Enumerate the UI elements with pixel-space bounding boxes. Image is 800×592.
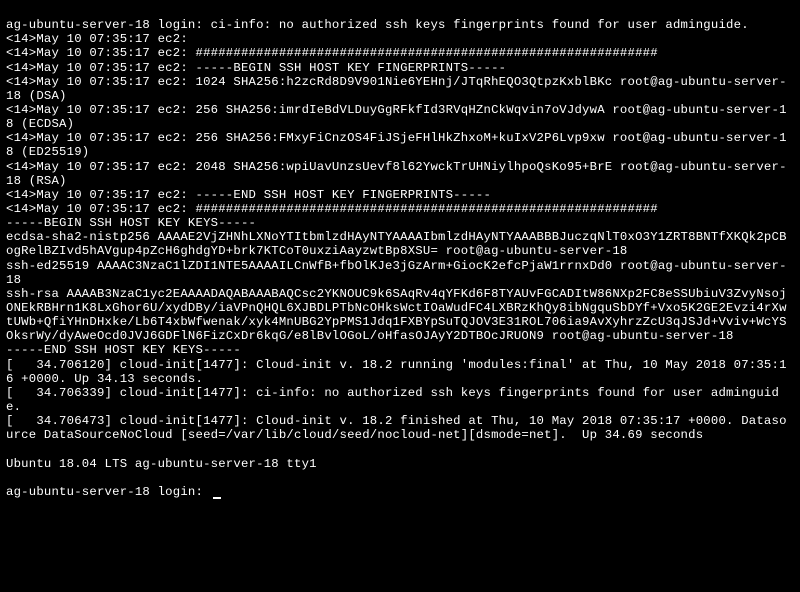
boot-line: <14>May 10 07:35:17 ec2: 1024 SHA256:h2z… [6, 75, 787, 103]
boot-line: [ 34.706120] cloud-init[1477]: Cloud-ini… [6, 358, 787, 386]
boot-line: ag-ubuntu-server-18 login: ci-info: no a… [6, 18, 749, 32]
boot-line: <14>May 10 07:35:17 ec2: 2048 SHA256:wpi… [6, 160, 787, 188]
boot-line: <14>May 10 07:35:17 ec2: -----END SSH HO… [6, 188, 491, 202]
boot-line: ssh-ed25519 AAAAC3NzaC1lZDI1NTE5AAAAILCn… [6, 259, 787, 287]
boot-line: <14>May 10 07:35:17 ec2: 256 SHA256:FMxy… [6, 131, 787, 159]
terminal-output: ag-ubuntu-server-18 login: ci-info: no a… [6, 4, 794, 499]
login-prompt[interactable]: ag-ubuntu-server-18 login: [6, 485, 211, 499]
boot-line: <14>May 10 07:35:17 ec2: [6, 32, 195, 46]
boot-line: <14>May 10 07:35:17 ec2: ###############… [6, 46, 658, 60]
boot-line: [ 34.706473] cloud-init[1477]: Cloud-ini… [6, 414, 787, 442]
cursor-icon [213, 497, 221, 499]
boot-line: <14>May 10 07:35:17 ec2: -----BEGIN SSH … [6, 61, 506, 75]
boot-line: <14>May 10 07:35:17 ec2: 256 SHA256:imrd… [6, 103, 787, 131]
boot-line: ssh-rsa AAAAB3NzaC1yc2EAAAADAQABAAABAQCs… [6, 287, 787, 343]
boot-line: [ 34.706339] cloud-init[1477]: ci-info: … [6, 386, 779, 414]
boot-line: <14>May 10 07:35:17 ec2: ###############… [6, 202, 658, 216]
boot-line: -----END SSH HOST KEY KEYS----- [6, 343, 241, 357]
boot-line: -----BEGIN SSH HOST KEY KEYS----- [6, 216, 256, 230]
boot-line: ecdsa-sha2-nistp256 AAAAE2VjZHNhLXNoYTIt… [6, 230, 787, 258]
os-banner: Ubuntu 18.04 LTS ag-ubuntu-server-18 tty… [6, 457, 317, 471]
